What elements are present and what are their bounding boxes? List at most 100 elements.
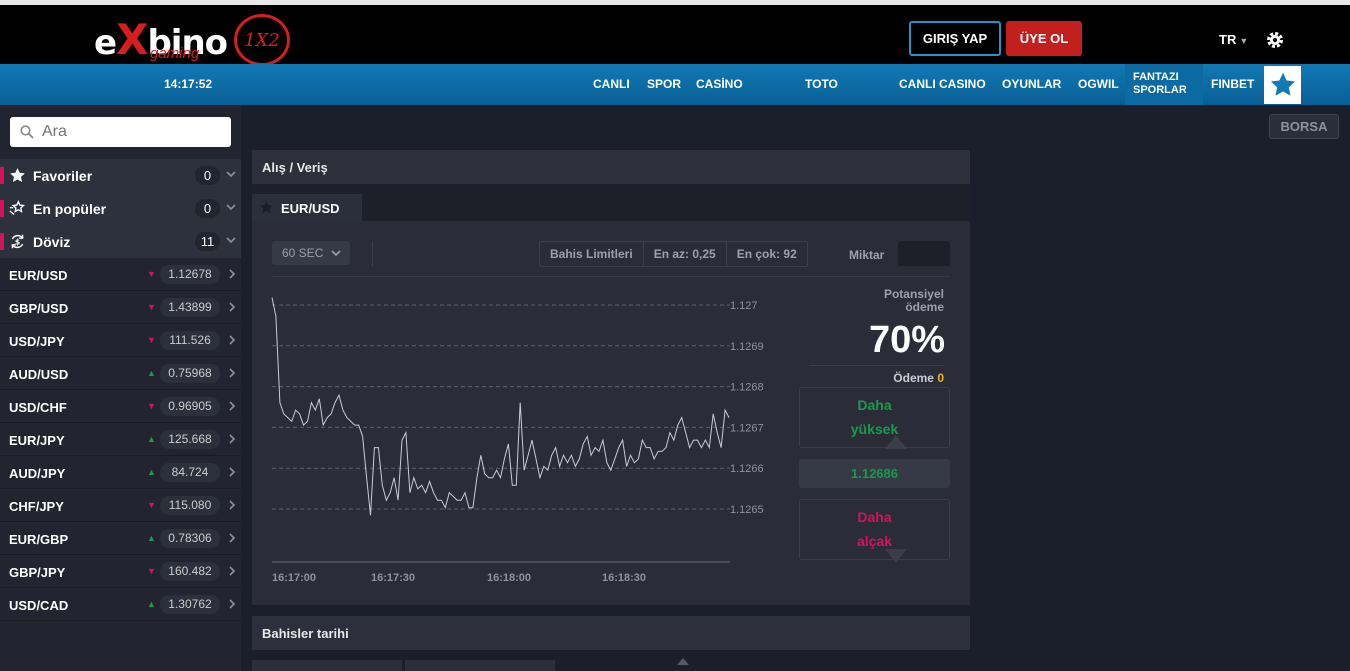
- tab-eur-usd[interactable]: EUR/USD: [252, 194, 362, 221]
- lower-button[interactable]: Daha alçak: [799, 499, 950, 560]
- language-selector[interactable]: TR ▼: [1219, 32, 1248, 47]
- currency-pair-row[interactable]: AUD/JPY ▲ 84.724: [0, 456, 241, 489]
- currency-pair-row[interactable]: CHF/JPY ▼ 115.080: [0, 489, 241, 522]
- category-label: Favoriler: [33, 168, 93, 184]
- chevron-right-icon: [229, 302, 236, 312]
- currency-pair-row[interactable]: AUD/USD ▲ 0.75968: [0, 357, 241, 390]
- borsa-button[interactable]: BORSA: [1269, 114, 1339, 139]
- category-label: En popüler: [33, 201, 107, 217]
- star-icon[interactable]: [259, 200, 274, 215]
- nav-canli[interactable]: CANLI: [593, 77, 630, 91]
- top-header: eXbino gaming 1X2 GIRIŞ YAP ÜYE OL TR ▼: [0, 0, 1350, 66]
- amount-input[interactable]: [898, 241, 950, 266]
- currency-pair-row[interactable]: EUR/GBP ▲ 0.78306: [0, 522, 241, 555]
- chevron-up-icon[interactable]: [677, 658, 689, 665]
- nav-casino[interactable]: CASİNO: [696, 77, 743, 91]
- category-popular[interactable]: En popüler 0: [0, 192, 241, 225]
- nav-finbet[interactable]: FINBET: [1211, 77, 1254, 91]
- bet-history-title: Bahisler tarihi: [262, 626, 349, 641]
- period-select[interactable]: 60 SEC: [272, 241, 350, 265]
- divider: [372, 241, 373, 267]
- currency-pair-row[interactable]: GBP/JPY ▼ 160.482: [0, 555, 241, 588]
- bet-max: En çok: 92: [736, 247, 797, 261]
- register-button[interactable]: ÜYE OL: [1006, 21, 1082, 56]
- sidebar: Favoriler 0 En popüler 0 $ Döviz 11 EUR/…: [0, 105, 241, 671]
- currency-pair-row[interactable]: USD/JPY ▼ 111.526: [0, 324, 241, 357]
- bet-history-header[interactable]: Bahisler tarihi: [252, 616, 970, 650]
- search-box[interactable]: [10, 117, 231, 147]
- history-tab[interactable]: [252, 660, 402, 671]
- pair-name: USD/CAD: [9, 598, 69, 613]
- currency-exchange-icon: $: [11, 234, 24, 249]
- y-tick-label: 1.1266: [730, 463, 764, 475]
- x-tick-label: 16:17:00: [272, 572, 316, 584]
- currency-pair-row[interactable]: GBP/USD ▼ 1.43899: [0, 291, 241, 324]
- chart-panel: 60 SEC Bahis Limitleri En az: 0,25 En ço…: [252, 221, 970, 605]
- search-icon: [20, 125, 34, 139]
- price-line-series: [271, 297, 730, 516]
- arrow-down-icon: ▼: [147, 269, 156, 279]
- currency-pair-row[interactable]: EUR/USD ▼ 1.12678: [0, 258, 241, 291]
- category-count: 11: [195, 232, 220, 251]
- category-currency[interactable]: $ Döviz 11: [0, 225, 241, 258]
- arrow-up-icon: ▲: [147, 434, 156, 444]
- popular-icon: [9, 200, 25, 215]
- arrow-down-icon: ▼: [147, 302, 156, 312]
- arrow-up-icon: ▲: [147, 467, 156, 477]
- pair-rate: 1.43899: [160, 298, 220, 317]
- pair-rate: 160.482: [160, 562, 220, 581]
- nav-ogwil[interactable]: OGWIL: [1078, 77, 1119, 91]
- pair-name: AUD/USD: [9, 367, 69, 382]
- price-chart: 1.127 1.1269 1.1268 1.1267 1.1266 1.1265 16:17…: [271, 297, 764, 584]
- nav-oyunlar[interactable]: OYUNLAR: [1002, 77, 1061, 91]
- currency-pair-row[interactable]: EUR/JPY ▲ 125.668: [0, 423, 241, 456]
- category-label: Döviz: [33, 234, 71, 250]
- currency-pair-row[interactable]: USD/CHF ▼ 0.96905: [0, 390, 241, 423]
- search-input[interactable]: [42, 117, 222, 147]
- brand-subtitle: gaming: [150, 45, 200, 62]
- chevron-right-icon: [229, 533, 236, 543]
- currency-pair-row[interactable]: USD/CAD ▲ 1.30762: [0, 588, 241, 621]
- chevron-right-icon: [229, 566, 236, 576]
- login-button[interactable]: GIRIŞ YAP: [909, 21, 1001, 56]
- chevron-right-icon: [229, 500, 236, 510]
- nav-spor[interactable]: SPOR: [647, 77, 681, 91]
- chevron-right-icon: [229, 434, 236, 444]
- brand-badge-1x2: 1X2: [234, 14, 290, 66]
- gear-icon[interactable]: [1265, 30, 1285, 50]
- y-tick-label: 1.1267: [730, 422, 764, 434]
- chevron-down-icon: [226, 204, 236, 211]
- period-value: 60 SEC: [282, 246, 324, 260]
- chevron-right-icon: [229, 269, 236, 279]
- lower-line1: Daha: [857, 509, 892, 525]
- pair-name: EUR/USD: [9, 268, 68, 283]
- category-marker: [0, 233, 4, 250]
- pair-rate: 115.080: [160, 496, 220, 515]
- nav-toto[interactable]: TOTO: [805, 77, 838, 91]
- arrow-up-icon: [885, 435, 907, 449]
- nav-fantazi-line2: SPORLAR: [1133, 84, 1187, 96]
- bet-limits-label: Bahis Limitleri: [540, 242, 644, 266]
- x-tick-label: 16:17:30: [371, 572, 415, 584]
- main-nav: 14:17:52 CANLI SPOR CASİNO TOTO CANLI CA…: [0, 64, 1350, 105]
- pair-rate: 125.668: [160, 430, 220, 449]
- history-tab[interactable]: [405, 660, 555, 671]
- divider: [809, 365, 944, 366]
- star-icon: [10, 168, 25, 182]
- category-favorites[interactable]: Favoriler 0: [0, 159, 241, 192]
- nav-canli-casino[interactable]: CANLI CASINO: [899, 77, 986, 91]
- svg-text:$: $: [15, 237, 20, 246]
- chevron-down-icon: [226, 171, 236, 178]
- higher-button[interactable]: Daha yüksek: [799, 387, 950, 448]
- arrow-down-icon: ▼: [147, 566, 156, 576]
- pair-rate: 84.724: [160, 463, 220, 482]
- category-count: 0: [195, 199, 220, 218]
- nav-fantazi-sporlar[interactable]: FANTAZI SPORLAR: [1125, 64, 1203, 105]
- pair-name: CHF/JPY: [9, 499, 64, 514]
- category-marker: [0, 167, 4, 184]
- payout-percentage: 70%: [868, 319, 945, 361]
- x-tick-label: 16:18:00: [487, 572, 531, 584]
- chevron-right-icon: [229, 335, 236, 345]
- favorites-star-button[interactable]: [1264, 66, 1301, 104]
- current-rate: 1.12686: [799, 459, 950, 488]
